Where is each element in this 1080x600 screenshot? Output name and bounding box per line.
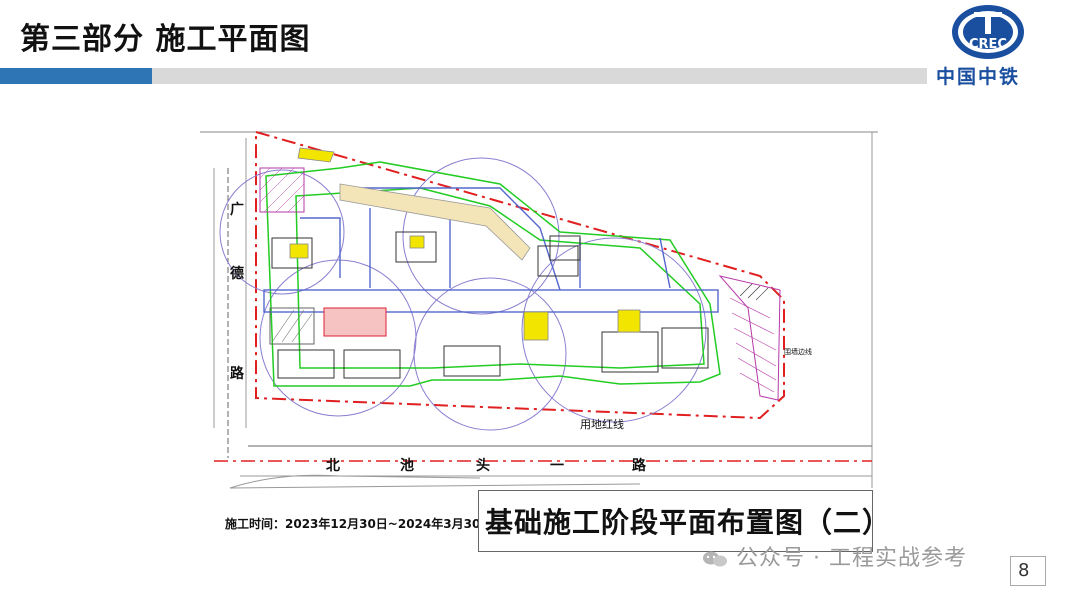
- rebar-yard: [323, 307, 387, 337]
- crane-circle-2: [259, 259, 417, 417]
- logo-mark: CREC: [969, 37, 1007, 52]
- yellow-pad-5: [297, 147, 335, 163]
- haul-road: [339, 183, 531, 261]
- left-road-char-1: 广: [230, 201, 244, 218]
- yellow-pad-2: [617, 309, 641, 333]
- construction-time: 施工时间：2023年12月30日~2024年3月30日: [225, 517, 493, 531]
- building-9: [549, 235, 581, 261]
- wechat-icon: [703, 551, 727, 567]
- watermark-text: 公众号 · 工程实战参考: [736, 546, 967, 571]
- building-2: [343, 349, 401, 379]
- yellow-pad-1: [523, 311, 549, 341]
- site-plan-svg: 广 德 路 北 池 头 一 路 用地红线 围墙边线: [200, 130, 878, 489]
- fence-label: 围墙边线: [784, 347, 812, 356]
- building-footprints: [271, 231, 709, 379]
- yellow-pad-3: [289, 243, 309, 259]
- bottom-road-char-4: 一: [550, 458, 564, 474]
- header-divider-bar: [152, 68, 927, 84]
- site-plan-drawing: 广 德 路 北 池 头 一 路 用地红线 围墙边线: [200, 128, 878, 538]
- logo-text: 中国中铁: [936, 66, 1021, 88]
- header-accent-bar: [0, 68, 152, 84]
- building-5: [661, 327, 709, 369]
- building-1: [277, 349, 335, 379]
- plan-caption: 基础施工阶段平面布置图（二）: [485, 506, 892, 539]
- building-3: [443, 345, 501, 377]
- storage-block-1-hatch: [271, 309, 313, 343]
- bottom-road-char-3: 头: [476, 457, 490, 474]
- yellow-pad-4: [409, 235, 425, 249]
- red-property-line: [255, 130, 785, 420]
- bottom-road-lower: [229, 483, 641, 489]
- slope-zone-outline: [718, 275, 781, 401]
- page-number: 8: [1018, 560, 1030, 581]
- bottom-road-char-2: 池: [400, 457, 414, 474]
- left-road-char-3: 路: [230, 365, 245, 382]
- left-road-char-2: 德: [230, 265, 244, 282]
- red-line-label: 用地红线: [580, 417, 624, 431]
- slide-title: 第三部分 施工平面图: [20, 22, 311, 57]
- bottom-road-char-1: 北: [326, 458, 340, 474]
- crec-logo-icon: CREC: [952, 5, 1024, 59]
- bottom-road-char-5: 路: [632, 457, 647, 474]
- crane-circle-5: [521, 237, 707, 423]
